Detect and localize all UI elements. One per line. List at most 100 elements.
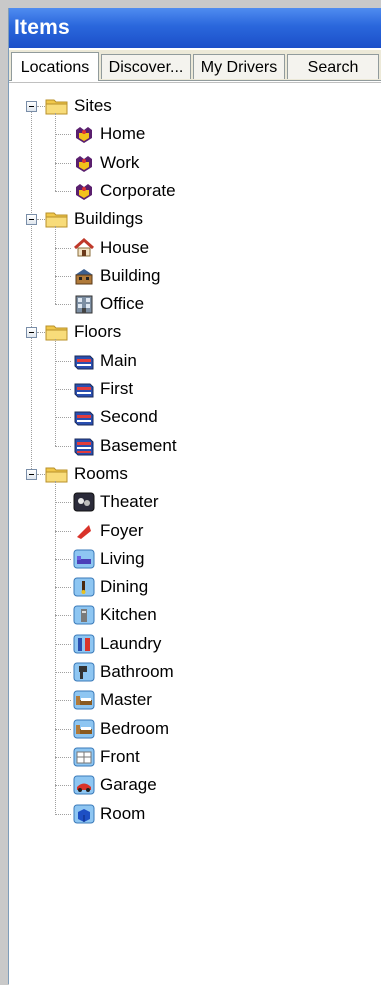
kitchen-icon bbox=[73, 605, 95, 625]
tree-connector bbox=[55, 417, 71, 419]
room-icon bbox=[73, 804, 95, 824]
tree-node-label: Garage bbox=[100, 775, 157, 795]
tree-node-label: Dining bbox=[100, 577, 149, 597]
tree-connector bbox=[31, 112, 32, 469]
tree-connector bbox=[55, 360, 71, 362]
living-icon bbox=[73, 549, 95, 569]
tree-node-label: Kitchen bbox=[100, 605, 157, 625]
tree-connector bbox=[37, 106, 45, 107]
tab-my-drivers[interactable]: My Drivers bbox=[193, 54, 285, 79]
tree-node-building[interactable]: Building bbox=[73, 263, 273, 289]
tree-connector bbox=[55, 756, 71, 758]
folder-icon bbox=[45, 209, 69, 229]
tree-node-label: Home bbox=[100, 124, 146, 144]
tree-node-label: House bbox=[100, 237, 150, 257]
tree-node-buildings[interactable]: Buildings bbox=[45, 206, 245, 232]
tree-connector bbox=[55, 389, 71, 390]
tree-node-living[interactable]: Living bbox=[73, 546, 273, 572]
tree-connector bbox=[37, 219, 45, 221]
garage-icon bbox=[73, 775, 95, 795]
tree-node-first[interactable]: First bbox=[73, 376, 273, 402]
basement-icon bbox=[73, 436, 95, 456]
tree-connector bbox=[37, 332, 45, 334]
tree-node-label: Basement bbox=[100, 435, 177, 455]
tree-node-floors[interactable]: Floors bbox=[45, 319, 245, 345]
location-tree[interactable]: Sites Home Work Corporate Buildings Hous… bbox=[9, 82, 381, 985]
bed-icon bbox=[73, 690, 95, 710]
tree-connector bbox=[55, 190, 71, 192]
folder-icon bbox=[45, 322, 69, 342]
tree-node-label: Floors bbox=[74, 322, 122, 342]
tree-connector bbox=[55, 558, 71, 560]
building-icon bbox=[73, 266, 95, 286]
tree-node-laundry[interactable]: Laundry bbox=[73, 631, 273, 657]
tree-node-foyer[interactable]: Foyer bbox=[73, 518, 273, 544]
tree-node-main[interactable]: Main bbox=[73, 348, 273, 374]
tree-node-label: Master bbox=[100, 690, 152, 710]
tree-node-label: Corporate bbox=[100, 180, 176, 200]
tree-node-bathroom[interactable]: Bathroom bbox=[73, 659, 273, 685]
tree-connector bbox=[55, 700, 71, 702]
collapse-toggle-buildings[interactable] bbox=[26, 214, 37, 226]
tree-connector bbox=[55, 275, 71, 277]
folder-icon bbox=[45, 464, 69, 484]
folder-icon bbox=[45, 96, 69, 116]
tree-node-label: Living bbox=[100, 548, 145, 568]
tree-connector bbox=[55, 785, 71, 787]
collapse-toggle-rooms[interactable] bbox=[26, 468, 37, 480]
tree-node-label: Main bbox=[100, 350, 137, 370]
site-icon bbox=[73, 124, 95, 144]
tree-node-label: Theater bbox=[100, 492, 159, 512]
collapse-toggle-floors[interactable] bbox=[26, 327, 37, 339]
tree-connector bbox=[55, 113, 56, 191]
tree-node-sites[interactable]: Sites bbox=[45, 93, 245, 119]
tab-locations[interactable]: Locations bbox=[11, 52, 99, 81]
tree-node-label: Buildings bbox=[74, 209, 143, 229]
tree-node-label: Building bbox=[100, 265, 161, 285]
tab-search[interactable]: Search bbox=[287, 54, 379, 79]
tree-node-label: Bedroom bbox=[100, 718, 169, 738]
tree-connector bbox=[55, 672, 71, 673]
tree-node-label: Front bbox=[100, 746, 140, 766]
tree-node-dining[interactable]: Dining bbox=[73, 574, 273, 600]
site-icon bbox=[73, 153, 95, 173]
tree-node-office[interactable]: Office bbox=[73, 291, 273, 317]
tree-connector bbox=[55, 247, 71, 249]
tree-node-label: Bathroom bbox=[100, 662, 174, 681]
tree-node-label: Office bbox=[100, 294, 145, 314]
tree-node-rooms[interactable]: Rooms bbox=[45, 461, 245, 487]
site-icon bbox=[73, 181, 95, 201]
tree-node-label: Foyer bbox=[100, 520, 144, 540]
tree-node-theater[interactable]: Theater bbox=[73, 489, 273, 515]
tree-connector bbox=[55, 615, 71, 617]
tree-node-second[interactable]: Second bbox=[73, 404, 273, 430]
tree-node-house[interactable]: House bbox=[73, 235, 273, 261]
tree-connector bbox=[55, 480, 56, 814]
tree-node-work[interactable]: Work bbox=[73, 150, 273, 176]
tree-node-room[interactable]: Room bbox=[73, 801, 273, 827]
tree-node-corporate[interactable]: Corporate bbox=[73, 178, 273, 204]
office-icon bbox=[73, 294, 95, 314]
bed-icon bbox=[73, 719, 95, 739]
collapse-toggle-sites[interactable] bbox=[26, 101, 37, 112]
tree-node-basement[interactable]: Basement bbox=[73, 433, 273, 459]
tree-node-home[interactable]: Home bbox=[73, 121, 273, 147]
tree-node-garage[interactable]: Garage bbox=[73, 772, 273, 798]
tree-node-bedroom[interactable]: Bedroom bbox=[73, 716, 273, 742]
tree-node-master[interactable]: Master bbox=[73, 687, 273, 713]
foyer-icon bbox=[73, 521, 95, 541]
tree-node-label: Laundry bbox=[100, 633, 162, 653]
dining-icon bbox=[73, 577, 95, 597]
tree-connector bbox=[37, 473, 45, 475]
tab-discover[interactable]: Discover... bbox=[101, 54, 191, 79]
tree-node-kitchen[interactable]: Kitchen bbox=[73, 602, 273, 628]
tab-bar: Locations Discover... My Drivers Search bbox=[9, 50, 381, 81]
floor-icon bbox=[73, 379, 95, 399]
tree-connector bbox=[55, 134, 71, 136]
tree-node-label: Sites bbox=[74, 96, 112, 115]
tree-node-front[interactable]: Front bbox=[73, 744, 273, 770]
tree-connector bbox=[55, 813, 71, 815]
tree-connector bbox=[55, 445, 71, 447]
floor-icon bbox=[73, 407, 95, 427]
tree-node-label: Work bbox=[100, 152, 140, 172]
